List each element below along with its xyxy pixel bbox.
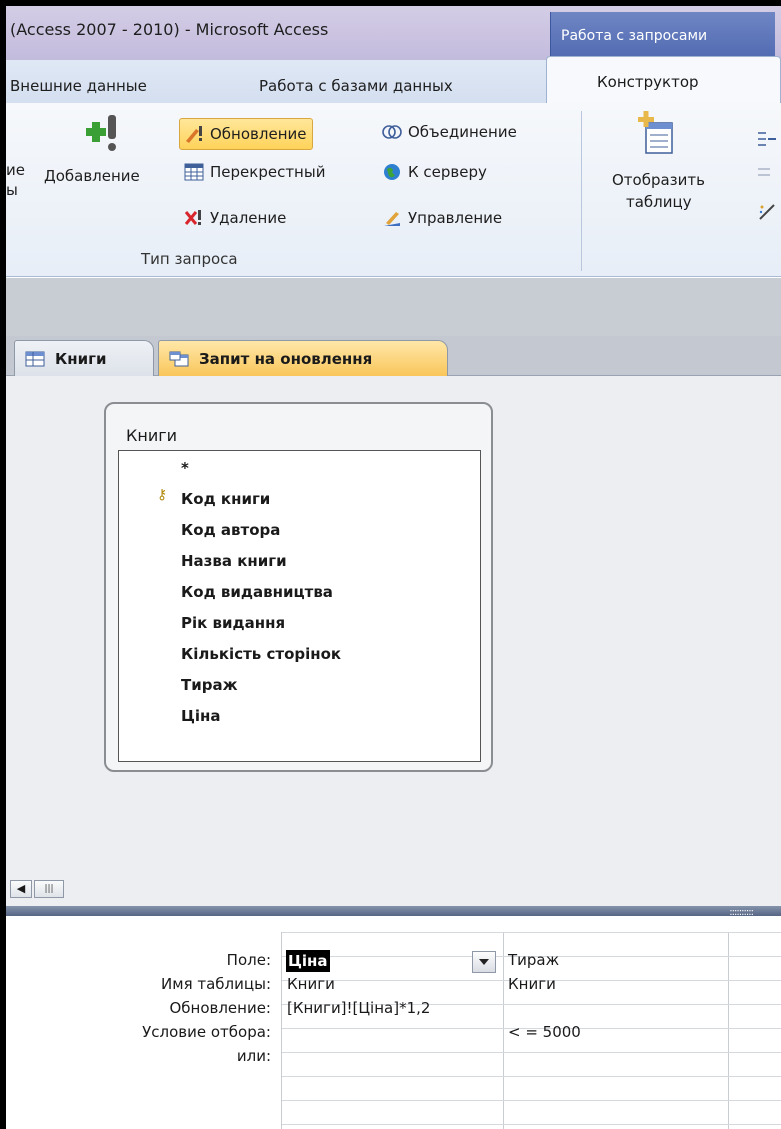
window-title: (Access 2007 - 2010) - Microsoft Access [10,20,329,39]
field-rik-vydannia[interactable]: Рік видання [181,614,285,632]
field-tsina[interactable]: Ціна [181,707,221,725]
grid-row-line [282,1100,781,1101]
globe-icon [384,164,400,180]
field-kod-vydavnytstva[interactable]: Код видавництва [181,583,333,601]
grid-row-line [282,1124,781,1125]
table-icon [25,351,45,366]
frame-border-top [0,0,781,6]
context-tab-query-tools[interactable]: Работа с запросами [550,12,775,62]
table-field-list-window[interactable]: Книги * ⚷ Код книги Код автора Назва кни… [104,402,493,772]
union-query-button[interactable]: Объединение [382,123,517,141]
data-definition-label: Управление [408,209,503,227]
field-list[interactable]: * ⚷ Код книги Код автора Назва книги Код… [118,450,481,762]
field-dropdown-button[interactable] [472,951,496,973]
grid-row-line [282,1076,781,1077]
union-rings-icon [382,125,402,139]
ribbon-panel: ие ы Добавление Обновление Перекрестный … [6,103,781,277]
tab-design-label: Конструктор [597,73,699,91]
show-table-button[interactable]: Отобразить таблицу [598,111,718,261]
access-window: (Access 2007 - 2010) - Microsoft Access … [0,0,781,1129]
pane-splitter[interactable]: :::::::::: [6,906,781,918]
scroll-thumb[interactable]: ||| [34,880,64,898]
crosstab-query-label: Перекрестный [210,163,326,181]
show-table-label-line2: таблицу [626,193,692,211]
scroll-left-arrow-icon[interactable]: ◀ [10,880,32,898]
doc-tab-update-query[interactable]: Запит на оновлення [158,340,448,376]
union-query-label: Объединение [408,123,517,141]
grid-field-cell-col1[interactable]: Ціна [286,950,330,972]
doc-tab-update-query-label: Запит на оновлення [199,349,373,368]
field-kod-avtora[interactable]: Код автора [181,521,280,539]
grid-criteria-cell-col2[interactable]: < = 5000 [508,1023,581,1041]
field-all[interactable]: * [181,459,189,477]
query-grid [6,916,781,1129]
ribbon-partial-label-2: ы [6,181,18,199]
tab-database-tools[interactable]: Работа с базами данных [259,77,453,95]
group-separator [581,111,582,271]
primary-key-icon: ⚷ [157,487,168,503]
show-table-icon [638,111,673,154]
delete-query-button[interactable]: Удаление [184,209,286,227]
doc-tab-knigi[interactable]: Книги [14,340,154,376]
update-query-button[interactable]: Обновление [179,118,314,150]
data-definition-button[interactable]: Управление [382,209,502,227]
context-tab-label: Работа с запросами [561,28,708,44]
builder-wand-icon [759,204,775,220]
field-list-title: Книги [126,426,178,445]
document-tabs: Книги Запит на оновлення [6,336,781,376]
field-kod-knyhy[interactable]: Код книги [181,490,270,508]
ribbon-tabs: Внешние данные Работа с базами данных Ко… [6,56,781,108]
grid-update-cell-col1[interactable]: [Книги]![Ціна]*1,2 [287,999,430,1017]
grid-row-line [282,932,781,933]
row-label-criteria: Условие отбора: [142,1023,271,1041]
title-bar: (Access 2007 - 2010) - Microsoft Access … [6,6,781,62]
passthrough-query-label: К серверу [408,163,487,181]
tab-design[interactable]: Конструктор [546,56,781,108]
append-query-icon [86,115,116,151]
insert-rows-icon [758,132,776,146]
query-type-group-label: Тип запроса [141,250,238,268]
update-query-label: Обновление [210,125,307,143]
show-table-label-line1: Отобразить [612,171,705,189]
ribbon-partial-label-1: ие [6,161,25,179]
row-label-table: Имя таблицы: [161,975,271,993]
grid-table-cell-col1[interactable]: Книги [287,975,335,993]
crosstab-query-button[interactable]: Перекрестный [184,163,325,181]
frame-border-left [0,0,6,1129]
row-label-update-to: Обновление: [169,999,271,1017]
chevron-down-icon [479,959,489,965]
delete-query-label: Удаление [210,209,287,227]
grid-field-cell-col2[interactable]: Тираж [508,951,559,969]
grid-table-cell-col2[interactable]: Книги [508,975,556,993]
tab-external-data[interactable]: Внешние данные [10,77,147,95]
row-label-field: Поле: [226,951,271,969]
field-nazva-knyhy[interactable]: Назва книги [181,552,287,570]
field-kilkist-storinok[interactable]: Кількість сторінок [181,645,341,663]
passthrough-query-button[interactable]: К серверу [382,163,487,181]
pencil-exclamation-icon [186,126,202,143]
horizontal-scrollbar[interactable]: ◀ ||| [6,878,781,900]
append-button[interactable]: Добавление [40,111,170,191]
red-x-icon [184,210,201,225]
append-button-label: Добавление [44,167,140,185]
query-icon [169,351,189,366]
row-label-or: или: [236,1047,271,1065]
quick-access-gray-bar [6,278,781,336]
delete-rows-icon [758,168,770,176]
grid-row-line [282,1052,781,1053]
crosstab-grid-icon [184,163,204,181]
ruler-pencil-icon [384,212,400,226]
field-tyrazh[interactable]: Тираж [181,676,238,694]
doc-tab-knigi-label: Книги [55,349,107,368]
